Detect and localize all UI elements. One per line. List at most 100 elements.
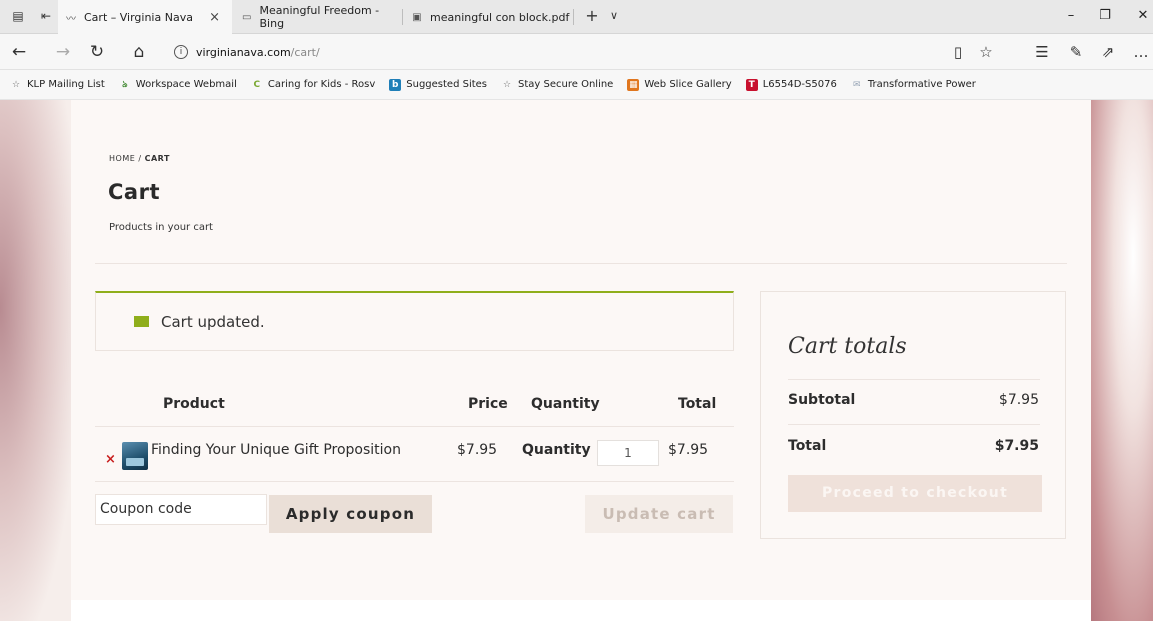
refresh-icon[interactable]: ↻ xyxy=(86,41,108,63)
favorite-webmail[interactable]: ঌ Workspace Webmail xyxy=(119,79,237,91)
web-slice-icon: ▦ xyxy=(627,78,640,91)
favorite-l6554d[interactable]: T L6554D-S5076 xyxy=(745,78,837,91)
subtotal-value: $7.95 xyxy=(998,392,1039,408)
tab-separator xyxy=(573,9,574,25)
c-logo-icon: C xyxy=(253,79,261,90)
url-path: /cart/ xyxy=(290,45,320,59)
breadcrumb-current: CART xyxy=(144,154,170,163)
webmail-icon: ঌ xyxy=(122,80,128,90)
quantity-input[interactable]: 1 xyxy=(597,440,659,466)
total-label: Total xyxy=(788,438,827,454)
product-name-link[interactable]: Finding Your Unique Gift Proposition xyxy=(151,442,401,458)
content-footer-strip xyxy=(71,600,1091,621)
favorite-web-slice[interactable]: ▦ Web Slice Gallery xyxy=(627,78,732,91)
cart-content-panel: HOME / CART Cart Products in your cart C… xyxy=(71,100,1091,600)
notice-text: Cart updated. xyxy=(161,312,265,331)
bing-icon: b xyxy=(389,78,402,91)
web-note-icon[interactable]: ✎ xyxy=(1066,42,1086,62)
col-header-quantity: Quantity xyxy=(531,396,600,412)
favorite-star-icon[interactable]: ☆ xyxy=(976,42,996,62)
home-icon[interactable]: ⌂ xyxy=(128,41,150,63)
tab-cart[interactable]: 〰 Cart – Virginia Nava × xyxy=(58,0,232,34)
product-total: $7.95 xyxy=(668,442,709,458)
share-icon[interactable]: ⇗ xyxy=(1098,42,1118,62)
page-viewport: HOME / CART Cart Products in your cart C… xyxy=(0,100,1153,621)
favorite-label: Web Slice Gallery xyxy=(644,79,732,90)
product-thumbnail[interactable] xyxy=(122,442,148,470)
browser-tab-bar: ▤ ⇤ 〰 Cart – Virginia Nava × ▭ Meaningfu… xyxy=(0,0,1153,34)
star-icon: ☆ xyxy=(11,79,21,90)
favorites-hub-icon[interactable]: ☰ xyxy=(1032,42,1052,62)
t-logo-icon: T xyxy=(745,78,758,91)
tab-preview-icon[interactable]: ▤ xyxy=(10,8,26,24)
quantity-label: Quantity xyxy=(522,442,591,458)
totals-divider xyxy=(788,424,1040,425)
product-price: $7.95 xyxy=(457,442,498,458)
update-cart-button[interactable]: Update cart xyxy=(585,495,733,533)
breadcrumb: HOME / CART xyxy=(109,154,170,163)
header-divider xyxy=(95,263,1067,264)
favorite-caring-for-kids[interactable]: C Caring for Kids - Rosv xyxy=(251,79,376,91)
url-field[interactable]: i virginianava.com/cart/ xyxy=(166,39,1006,65)
restore-icon[interactable]: ❐ xyxy=(1095,8,1115,23)
page-title: Cart xyxy=(108,180,160,204)
address-bar-row: ← → ↻ ⌂ i virginianava.com/cart/ ▯ ☆ ☰ ✎… xyxy=(0,34,1153,70)
more-icon[interactable]: … xyxy=(1131,42,1151,62)
favorite-label: Workspace Webmail xyxy=(135,79,237,90)
favorite-stay-secure[interactable]: ☆ Stay Secure Online xyxy=(501,79,613,91)
favorite-suggested-sites[interactable]: b Suggested Sites xyxy=(389,78,488,91)
table-divider xyxy=(95,481,734,482)
favorite-label: Suggested Sites xyxy=(406,79,488,90)
favorite-label: KLP Mailing List xyxy=(27,79,105,90)
set-tabs-aside-icon[interactable]: ⇤ xyxy=(38,8,54,24)
reading-view-icon[interactable]: ▯ xyxy=(948,42,968,62)
favorites-bar: ☆ KLP Mailing List ঌ Workspace Webmail C… xyxy=(0,70,1153,100)
col-header-price: Price xyxy=(468,396,508,412)
new-tab-icon[interactable]: + xyxy=(584,8,600,24)
subtotal-label: Subtotal xyxy=(788,392,856,408)
col-header-product: Product xyxy=(163,396,225,412)
mail-icon: ✉ xyxy=(853,79,861,90)
favorite-label: Stay Secure Online xyxy=(518,79,614,90)
total-value: $7.95 xyxy=(994,438,1039,454)
minimize-icon[interactable]: – xyxy=(1061,8,1081,23)
favorite-label: L6554D-S5076 xyxy=(762,79,837,90)
site-favicon-icon: 〰 xyxy=(66,13,76,25)
favorite-transformative[interactable]: ✉ Transformative Power xyxy=(851,79,976,91)
tab-separator xyxy=(402,9,403,25)
favorite-label: Transformative Power xyxy=(867,79,976,90)
tab-pdf[interactable]: ▣ meaningful con block.pdf xyxy=(404,0,572,34)
breadcrumb-home[interactable]: HOME xyxy=(109,154,135,163)
tab-title: Meaningful Freedom - Bing xyxy=(259,4,380,30)
star-icon: ☆ xyxy=(502,79,512,90)
site-info-icon[interactable]: i xyxy=(174,45,188,59)
envelope-icon xyxy=(134,316,149,327)
cart-updated-notice: Cart updated. xyxy=(95,291,734,351)
close-window-icon[interactable]: ✕ xyxy=(1133,8,1153,23)
pdf-icon: ▣ xyxy=(412,11,422,23)
cart-totals-box: Cart totals Subtotal $7.95 Total $7.95 P… xyxy=(760,291,1066,539)
totals-divider xyxy=(788,379,1040,380)
table-divider xyxy=(95,426,734,427)
forward-icon[interactable]: → xyxy=(52,41,74,63)
favorite-label: Caring for Kids - Rosv xyxy=(267,79,376,90)
breadcrumb-separator: / xyxy=(138,154,142,163)
url-host: virginianava.com xyxy=(196,45,291,59)
proceed-to-checkout-button[interactable]: Proceed to checkout xyxy=(788,475,1042,512)
favorite-klp[interactable]: ☆ KLP Mailing List xyxy=(10,79,105,91)
col-header-total: Total xyxy=(678,396,717,412)
tab-close-icon[interactable]: × xyxy=(209,10,220,25)
apply-coupon-button[interactable]: Apply coupon xyxy=(269,495,432,533)
page-subtitle: Products in your cart xyxy=(109,222,213,233)
back-icon[interactable]: ← xyxy=(8,41,30,63)
coupon-code-input[interactable]: Coupon code xyxy=(95,494,267,525)
tab-title: Cart – Virginia Nava xyxy=(84,10,193,24)
page-icon: ▭ xyxy=(242,11,252,23)
tab-list-icon[interactable]: ∨ xyxy=(606,8,622,24)
background-flower-right xyxy=(1087,100,1153,621)
tab-bing[interactable]: ▭ Meaningful Freedom - Bing xyxy=(234,0,402,34)
cart-totals-title: Cart totals xyxy=(788,334,907,359)
background-flower-left xyxy=(0,100,72,621)
remove-item-icon[interactable]: × xyxy=(105,452,116,467)
tab-title: meaningful con block.pdf xyxy=(430,10,570,24)
